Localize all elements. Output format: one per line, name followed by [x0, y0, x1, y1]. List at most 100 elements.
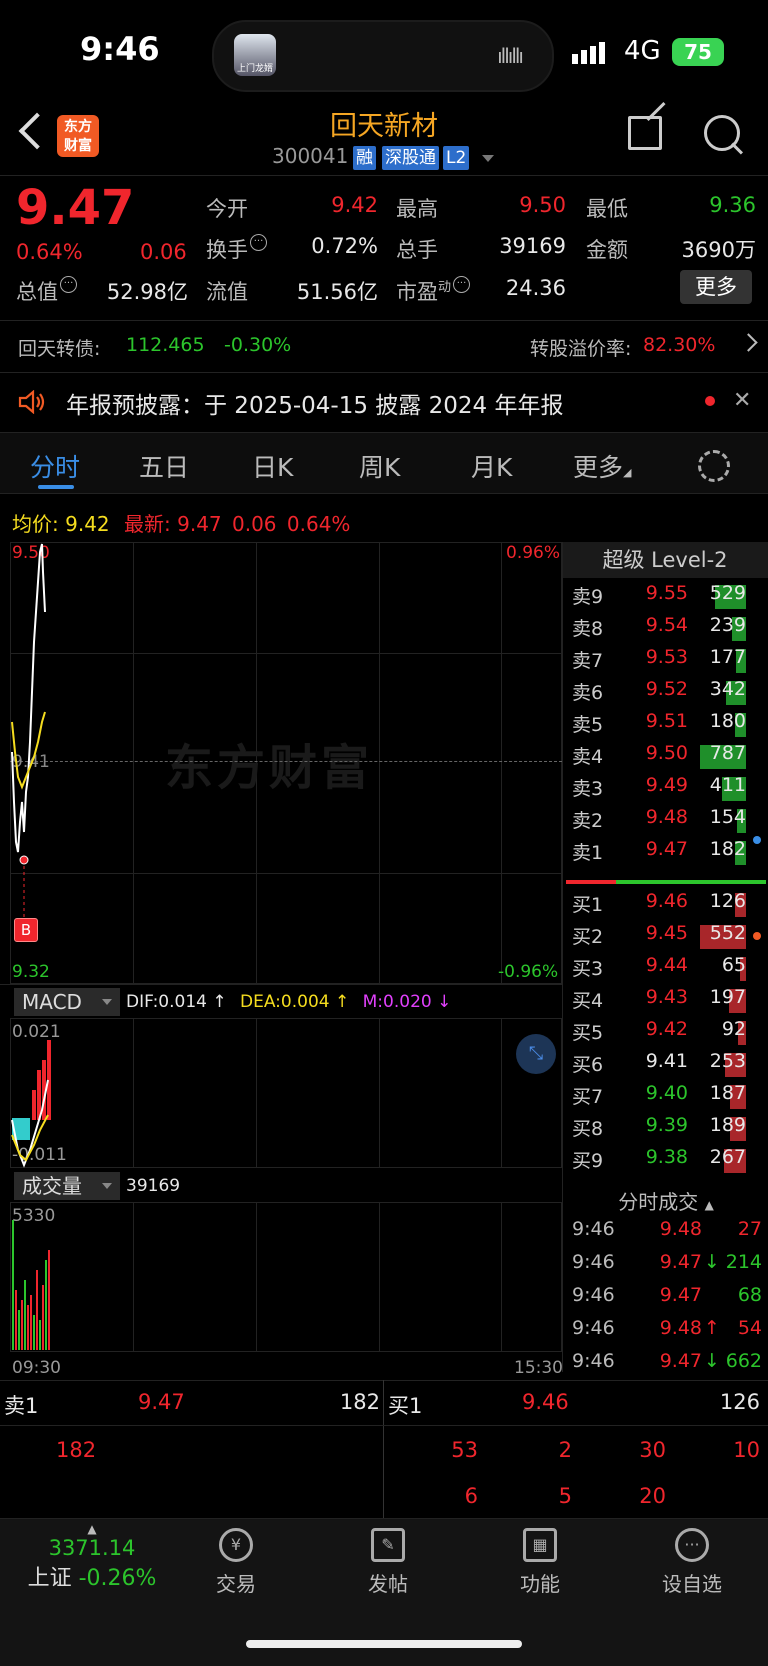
- trade-time: 9:46: [572, 1350, 615, 1372]
- ask-level-label: 卖3: [572, 778, 604, 800]
- macd-m: M:0.020 ↓: [362, 992, 452, 1012]
- bid-level-price: 9.41: [645, 1050, 688, 1072]
- mktcap-label[interactable]: 总值 ···: [16, 276, 77, 306]
- announcement-text[interactable]: 年报预披露：于 2025-04-15 披露 2024 年年报: [66, 386, 563, 420]
- order-marker-dot: [753, 932, 761, 940]
- tab-trade[interactable]: ¥ 交易: [186, 1528, 286, 1597]
- high-value: 9.50: [519, 193, 566, 217]
- bid-order-qty: 10: [733, 1438, 760, 1462]
- depth-ask-price: 9.47: [138, 1390, 185, 1414]
- tab-daily-k[interactable]: 日K: [252, 448, 293, 484]
- ask-level-row[interactable]: 卖6 9.52 342: [564, 676, 768, 708]
- dynamic-island[interactable]: 上门龙婿 ıllıllı: [212, 20, 554, 92]
- ask-level-price: 9.52: [645, 678, 688, 700]
- ask-order-qty: 182: [56, 1438, 97, 1462]
- level2-title[interactable]: 超级 Level-2: [562, 542, 768, 578]
- chevron-down-icon[interactable]: [482, 155, 494, 162]
- gear-icon[interactable]: [698, 450, 730, 482]
- prev-close-line: [10, 761, 562, 762]
- trade-direction: ↓: [704, 1350, 720, 1372]
- ask-level-row[interactable]: 卖3 9.49 411: [564, 772, 768, 804]
- yen-icon: ¥: [219, 1528, 253, 1562]
- volume-chart[interactable]: [10, 1202, 562, 1352]
- turnover-value: 0.72%: [311, 234, 378, 258]
- bid-level-price: 9.44: [645, 954, 688, 976]
- bid-level-row[interactable]: 买3 9.44 65: [564, 952, 768, 984]
- bid-level-row[interactable]: 买2 9.45 552: [564, 920, 768, 952]
- current-price: 9.47: [16, 180, 135, 236]
- ask-level-volume: 342: [709, 678, 746, 700]
- ask-level-row[interactable]: 卖2 9.48 154: [564, 804, 768, 836]
- more-button[interactable]: 更多: [680, 270, 752, 304]
- ask-level-price: 9.53: [645, 646, 688, 668]
- bid-level-price: 9.43: [645, 986, 688, 1008]
- macd-dif: DIF:0.014 ↑: [126, 992, 227, 1012]
- bid-level-row[interactable]: 买6 9.41 253: [564, 1048, 768, 1080]
- depth-divider: [383, 1380, 384, 1518]
- tab-functions[interactable]: ▦ 功能: [490, 1528, 590, 1597]
- expand-icon[interactable]: ⤡: [516, 1034, 556, 1074]
- ask-level-row[interactable]: 卖7 9.53 177: [564, 644, 768, 676]
- ask-level-row[interactable]: 卖8 9.54 239: [564, 612, 768, 644]
- volume-indicator-select[interactable]: 成交量: [14, 1172, 120, 1200]
- ask-level-row[interactable]: 卖5 9.51 180: [564, 708, 768, 740]
- pe-label[interactable]: 市盈动 ···: [396, 276, 471, 306]
- tag-margin: 融: [353, 146, 376, 170]
- bid-level-label: 买3: [572, 958, 604, 980]
- divider: [0, 1425, 768, 1426]
- bid-order-qty: 53: [451, 1438, 478, 1462]
- order-marker-dot: [753, 836, 761, 844]
- ask-level-row[interactable]: 卖4 9.50 787: [564, 740, 768, 772]
- buy-marker[interactable]: B: [14, 918, 38, 942]
- bid-level-label: 买7: [572, 1086, 604, 1108]
- bid-order-qty: 30: [639, 1438, 666, 1462]
- tab-post[interactable]: ✎ 发帖: [338, 1528, 438, 1597]
- tab-monthly-k[interactable]: 月K: [471, 448, 512, 484]
- ask-level-label: 卖6: [572, 682, 604, 704]
- tab-intraday[interactable]: 分时: [30, 448, 80, 484]
- tab-more[interactable]: 更多◢: [573, 448, 631, 484]
- tab-weekly-k[interactable]: 周K: [359, 448, 400, 484]
- ask-level-row[interactable]: 卖9 9.55 529: [564, 580, 768, 612]
- status-time: 9:46: [80, 30, 160, 68]
- ask-level-price: 9.55: [645, 582, 688, 604]
- grid-icon: ▦: [523, 1528, 557, 1562]
- x-axis-start: 09:30: [12, 1358, 61, 1378]
- tab-add-watchlist[interactable]: ··· 设自选: [642, 1528, 742, 1597]
- macd-indicator-select[interactable]: MACD: [14, 988, 120, 1016]
- ask-level-row[interactable]: 卖1 9.47 182: [564, 836, 768, 868]
- tab-five-day[interactable]: 五日: [139, 448, 189, 484]
- trade-volume: 662: [725, 1350, 762, 1372]
- macd-chart[interactable]: [10, 1018, 562, 1168]
- trade-price: 9.47: [659, 1251, 702, 1273]
- share-icon[interactable]: [628, 116, 662, 150]
- turnover-label[interactable]: 换手 ···: [206, 234, 267, 264]
- convertible-bond-row[interactable]: 回天转债: 112.465 -0.30% 转股溢价率: 82.30%: [0, 322, 768, 370]
- trades-title[interactable]: 分时成交 ▲: [566, 1186, 766, 1215]
- bid-level-row[interactable]: 买4 9.43 197: [564, 984, 768, 1016]
- macd-values: DIF:0.014 ↑ DEA:0.004 ↑ M:0.020 ↓: [126, 992, 451, 1012]
- home-indicator[interactable]: [246, 1640, 522, 1648]
- bid-level-row[interactable]: 买1 9.46 126: [564, 888, 768, 920]
- ask-level-label: 卖8: [572, 618, 604, 640]
- divider: [0, 320, 768, 321]
- index-ticker[interactable]: ▲ 3371.14 上证 -0.26%: [22, 1522, 162, 1592]
- trade-price: 9.47: [659, 1350, 702, 1372]
- mktcap-value: 52.98亿: [106, 280, 188, 304]
- bid-level-label: 买1: [572, 894, 604, 916]
- price-line: [11, 543, 46, 853]
- bid-level-label: 买5: [572, 1022, 604, 1044]
- trade-volume: 214: [725, 1251, 762, 1273]
- bond-label: 回天转债:: [18, 338, 101, 360]
- trade-time: 9:46: [572, 1218, 615, 1240]
- float-value: 51.56亿: [296, 280, 378, 304]
- network-type: 4G: [624, 36, 661, 66]
- media-thumbnail[interactable]: 上门龙婿: [234, 34, 276, 76]
- high-label: 最高: [396, 197, 438, 221]
- panel-divider: [562, 542, 563, 1372]
- bid-level-row[interactable]: 买7 9.40 187: [564, 1080, 768, 1112]
- close-icon[interactable]: ✕: [733, 388, 751, 413]
- bid-level-row[interactable]: 买8 9.39 189: [564, 1112, 768, 1144]
- bid-level-row[interactable]: 买9 9.38 267: [564, 1144, 768, 1176]
- bid-level-row[interactable]: 买5 9.42 92: [564, 1016, 768, 1048]
